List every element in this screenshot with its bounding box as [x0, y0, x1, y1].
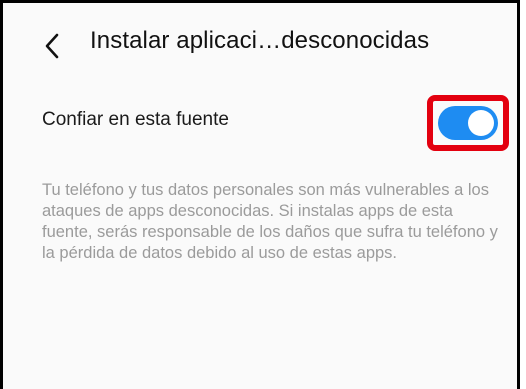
- chevron-left-icon: [45, 33, 59, 59]
- toggle-knob: [468, 110, 494, 136]
- settings-screen: Instalar aplicaci…desconocidas Confiar e…: [0, 0, 520, 389]
- page-title: Instalar aplicaci…desconocidas: [90, 27, 430, 54]
- trust-source-row[interactable]: Confiar en esta fuente: [3, 95, 517, 153]
- trust-source-toggle[interactable]: [438, 106, 498, 140]
- back-button[interactable]: [35, 29, 69, 63]
- warning-description: Tu teléfono y tus datos personales son m…: [42, 181, 498, 262]
- top-app-bar: Instalar aplicaci…desconocidas: [3, 21, 517, 71]
- trust-source-label: Confiar en esta fuente: [42, 109, 229, 130]
- highlight-annotation: [427, 95, 509, 151]
